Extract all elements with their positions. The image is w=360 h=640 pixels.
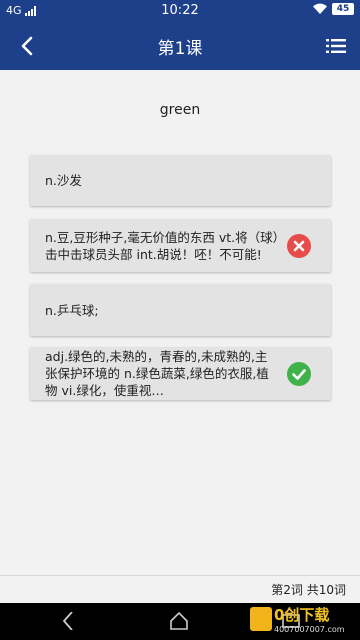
- answer-option-text: n.豆,豆形种子,毫无价值的东西 vt.将（球）击中击球员头部 int.胡说！呸…: [45, 229, 279, 262]
- app-bar: 第1课: [0, 22, 360, 70]
- question-word: green: [159, 102, 201, 118]
- status-time: 10:22: [161, 3, 199, 18]
- footer-divider: [0, 575, 360, 576]
- battery-icon: 45: [332, 3, 354, 15]
- nav-back-icon[interactable]: [58, 612, 80, 630]
- answer-option-2[interactable]: n.豆,豆形种子,毫无价值的东西 vt.将（球）击中击球员头部 int.胡说！呸…: [30, 219, 331, 272]
- status-bar: 4G 10:22 45: [0, 0, 360, 22]
- nav-home-icon[interactable]: [168, 610, 190, 632]
- answer-option-text: adj.绿色的,未熟的，青春的,未成熟的,主张保护环境的 n.绿色蔬菜,绿色的衣…: [45, 349, 269, 398]
- check-icon: [287, 361, 311, 386]
- watermark: 0创下载 4007007007.com: [250, 603, 358, 640]
- word-counter: 第2词 共10词: [271, 583, 346, 597]
- watermark-text: 0创下载: [274, 606, 330, 624]
- watermark-logo-icon: [250, 607, 272, 631]
- answer-option-3[interactable]: n.乒乓球;: [30, 284, 331, 336]
- page-title: 第1课: [157, 39, 203, 59]
- answer-option-text: n.乒乓球;: [45, 302, 99, 318]
- menu-list-icon[interactable]: [326, 38, 346, 54]
- wifi-icon: [313, 3, 327, 15]
- answer-option-text: n.沙发: [45, 173, 82, 188]
- answer-option-4[interactable]: adj.绿色的,未熟的，青春的,未成熟的,主张保护环境的 n.绿色蔬菜,绿色的衣…: [30, 347, 331, 400]
- wrong-icon: [287, 233, 311, 258]
- watermark-url: 4007007007.com: [274, 625, 345, 634]
- answer-option-1[interactable]: n.沙发: [30, 155, 331, 206]
